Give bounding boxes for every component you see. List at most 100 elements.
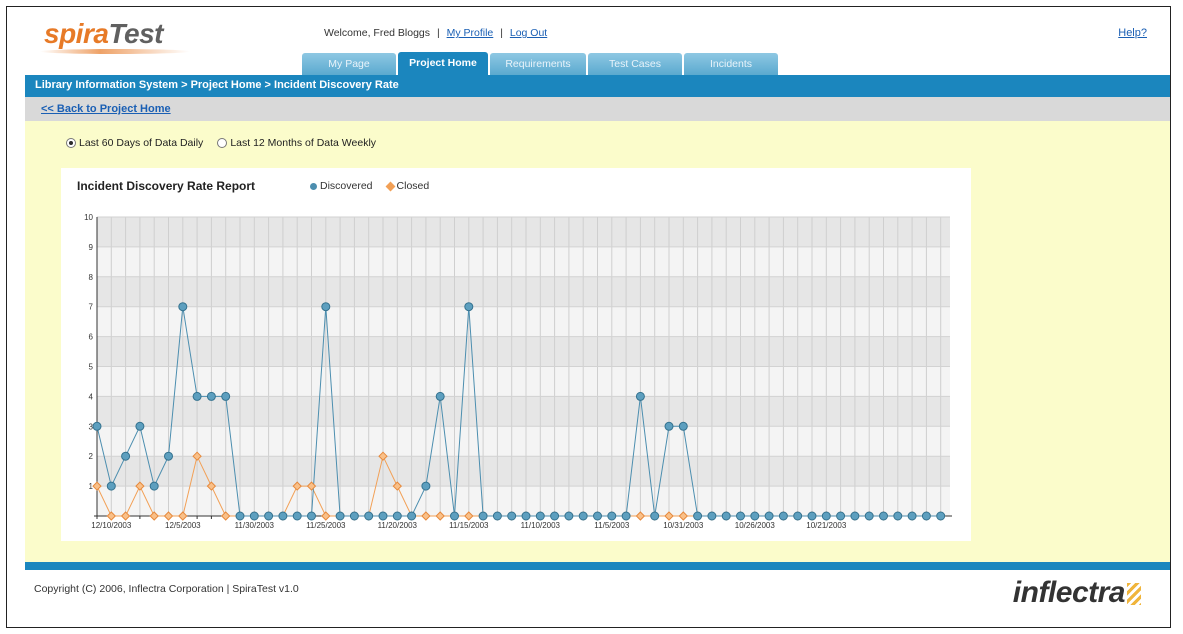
grid-band bbox=[97, 426, 950, 457]
radio-weekly-indicator[interactable] bbox=[217, 138, 228, 148]
x-tick-label: 12/10/2003 bbox=[91, 521, 132, 530]
discovered-point bbox=[264, 511, 274, 521]
tab-my-page[interactable]: My Page bbox=[302, 53, 396, 75]
discovered-point bbox=[879, 511, 888, 521]
tab-project-home[interactable]: Project Home bbox=[398, 52, 488, 76]
back-bar: << Back to Project Home bbox=[25, 97, 1170, 121]
tab-test-cases[interactable]: Test Cases bbox=[588, 53, 682, 75]
discovered-point bbox=[807, 511, 817, 521]
radio-daily-label: Last 60 Days of Data Daily bbox=[79, 137, 204, 149]
discovered-point bbox=[750, 511, 760, 521]
inflectra-logo: inflectra bbox=[1013, 576, 1141, 610]
discovered-point bbox=[521, 511, 531, 521]
tab-requirements[interactable]: Requirements bbox=[490, 53, 586, 75]
y-tick-label: 2 bbox=[89, 452, 94, 461]
breadcrumb: Library Information System > Project Hom… bbox=[35, 79, 399, 91]
inflectra-rays-icon bbox=[1127, 583, 1141, 606]
discovered-point bbox=[893, 511, 903, 521]
breadcrumb-bar: Library Information System > Project Hom… bbox=[25, 75, 1170, 97]
discovered-point bbox=[407, 511, 417, 521]
x-tick-label: 12/5/2003 bbox=[165, 521, 201, 530]
discovered-point bbox=[421, 481, 431, 491]
grid-band bbox=[97, 486, 950, 516]
discovered-point bbox=[864, 511, 874, 521]
discovered-point bbox=[106, 481, 116, 491]
y-tick-label: 5 bbox=[89, 363, 94, 372]
discovered-point bbox=[836, 511, 846, 521]
discovered-point bbox=[621, 511, 631, 521]
discovered-point bbox=[921, 511, 931, 521]
tab-incidents[interactable]: Incidents bbox=[684, 53, 778, 75]
grid-band bbox=[97, 366, 950, 397]
discovered-point bbox=[249, 511, 259, 521]
grid-band bbox=[97, 306, 950, 337]
discovered-point bbox=[206, 391, 216, 401]
x-tick-label: 11/5/2003 bbox=[594, 521, 630, 530]
radio-daily[interactable]: Last 60 Days of Data Daily bbox=[66, 137, 203, 149]
discovered-point bbox=[235, 511, 245, 521]
footer-bar bbox=[25, 562, 1170, 570]
discovered-point bbox=[535, 511, 545, 521]
help-link[interactable]: Help? bbox=[1118, 27, 1147, 39]
discovered-point bbox=[149, 481, 159, 491]
y-tick-label: 10 bbox=[84, 213, 93, 222]
discovered-point bbox=[821, 511, 831, 521]
discovered-point bbox=[378, 511, 388, 521]
x-tick-label: 11/30/2003 bbox=[235, 521, 275, 530]
discovered-point bbox=[178, 302, 188, 312]
separator: | bbox=[500, 27, 503, 39]
discovered-point bbox=[635, 391, 645, 401]
grid-band bbox=[97, 276, 950, 307]
discovered-point bbox=[321, 302, 331, 312]
discovered-point bbox=[778, 511, 788, 521]
discovered-point bbox=[392, 511, 402, 521]
discovered-point bbox=[707, 511, 717, 521]
back-to-project-home-link[interactable]: << Back to Project Home bbox=[41, 103, 171, 115]
radio-weekly[interactable]: Last 12 Months of Data Weekly bbox=[217, 137, 376, 149]
grid-band bbox=[97, 456, 950, 487]
discovered-point bbox=[764, 511, 774, 521]
radio-daily-indicator[interactable] bbox=[66, 138, 76, 148]
discovered-point bbox=[364, 511, 374, 521]
discovered-point bbox=[478, 511, 488, 521]
discovered-point bbox=[164, 451, 173, 461]
x-tick-label: 11/25/2003 bbox=[306, 521, 346, 530]
discovered-point bbox=[92, 421, 102, 431]
x-tick-label: 10/31/2003 bbox=[663, 521, 704, 530]
inflectra-text: inflectra bbox=[1012, 576, 1126, 609]
logo-text-spira: spira bbox=[44, 18, 109, 49]
discovered-point bbox=[936, 511, 946, 521]
x-tick-label: 10/26/2003 bbox=[735, 521, 776, 530]
grid-band bbox=[97, 246, 950, 277]
discovered-point bbox=[464, 302, 474, 312]
logo-swoosh bbox=[40, 49, 190, 54]
y-tick-label: 6 bbox=[89, 333, 94, 342]
discovered-point bbox=[850, 511, 860, 521]
discovered-point bbox=[192, 391, 202, 401]
chart-panel: Incident Discovery Rate Report Discovere… bbox=[61, 168, 971, 541]
grid-band bbox=[97, 217, 950, 247]
discovered-point bbox=[593, 511, 602, 521]
discovered-point bbox=[121, 451, 131, 461]
discovered-point bbox=[278, 511, 288, 521]
my-profile-link[interactable]: My Profile bbox=[447, 27, 494, 39]
logo-text-test: Test bbox=[108, 18, 163, 49]
log-out-link[interactable]: Log Out bbox=[510, 27, 547, 39]
radio-weekly-label: Last 12 Months of Data Weekly bbox=[230, 137, 377, 149]
discovered-point bbox=[736, 511, 745, 521]
grid-band bbox=[97, 396, 950, 427]
discovered-point bbox=[507, 511, 517, 521]
x-tick-label: 10/21/2003 bbox=[806, 521, 847, 530]
discovered-point bbox=[349, 511, 359, 521]
spiratest-logo[interactable]: spiraTest bbox=[40, 18, 190, 54]
x-tick-label: 11/20/2003 bbox=[378, 521, 418, 530]
range-options: Last 60 Days of Data Daily Last 12 Month… bbox=[66, 137, 376, 149]
grid-band bbox=[97, 336, 950, 367]
discovered-point bbox=[450, 511, 459, 521]
discovered-point bbox=[650, 511, 660, 521]
discovered-point bbox=[221, 391, 231, 401]
y-tick-label: 9 bbox=[89, 243, 94, 252]
x-tick-label: 11/15/2003 bbox=[449, 521, 489, 530]
discovered-point bbox=[564, 511, 574, 521]
discovered-point bbox=[435, 391, 445, 401]
